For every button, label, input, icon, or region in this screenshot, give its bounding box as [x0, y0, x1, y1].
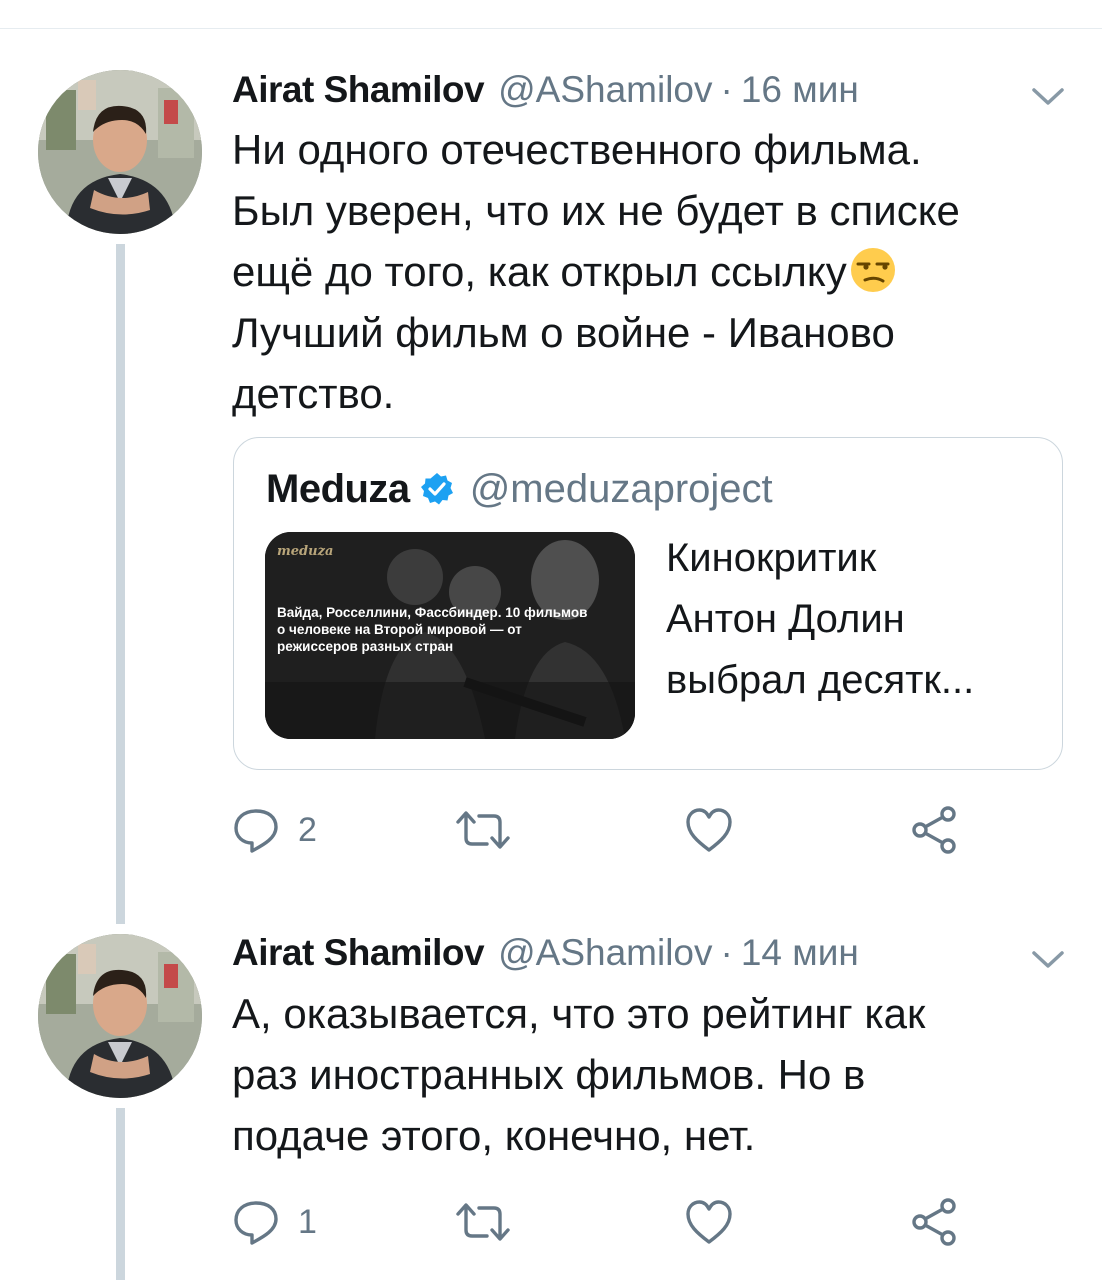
- retweet-icon: [456, 811, 510, 849]
- tweet-text: Ни одного отечественного фильма. Был уве…: [232, 119, 1062, 424]
- tweet-header: Airat Shamilov @AShamilov · 16 мин: [232, 68, 859, 112]
- quoted-author-handle: @meduzaproject: [469, 466, 773, 511]
- quoted-tweet-text: Кинокритик Антон Долин выбрал десятк...: [666, 536, 975, 702]
- reply-count: 2: [298, 810, 317, 849]
- verified-badge-icon: [420, 473, 453, 505]
- thumbnail-caption: Вайда, Росселлини, Фассбиндер. 10 фильмо…: [277, 605, 588, 654]
- top-divider: [0, 28, 1102, 29]
- share-button[interactable]: [908, 803, 960, 857]
- quoted-tweet-card[interactable]: Meduza @meduzaproject meduza Вайда, Росс…: [233, 437, 1063, 770]
- separator-dot: ·: [720, 69, 733, 110]
- timestamp[interactable]: 14 мин: [741, 931, 859, 975]
- like-button[interactable]: [684, 1195, 752, 1249]
- avatar-photo: [38, 70, 202, 234]
- thread-connector-line: [116, 1108, 125, 1280]
- meduza-logo: meduza: [277, 544, 334, 559]
- heart-icon: [686, 1200, 732, 1244]
- retweet-button[interactable]: [454, 1195, 530, 1249]
- share-icon: [912, 806, 956, 854]
- separator-dot: ·: [720, 932, 733, 973]
- quoted-author-name: Meduza: [266, 466, 410, 511]
- tweet-actions: 1: [232, 1195, 992, 1249]
- share-button[interactable]: [908, 1195, 960, 1249]
- like-button[interactable]: [684, 803, 752, 857]
- reply-count: 1: [298, 1202, 317, 1241]
- reply-button[interactable]: 1: [232, 1195, 317, 1249]
- avatar[interactable]: [38, 934, 202, 1098]
- avatar[interactable]: [38, 70, 202, 234]
- author-name[interactable]: Airat Shamilov: [232, 68, 485, 112]
- retweet-button[interactable]: [454, 803, 530, 857]
- heart-icon: [686, 808, 732, 852]
- reply-icon: [234, 1201, 278, 1245]
- tweet-text: А, оказывается, что это рейтинг как раз …: [232, 990, 926, 1159]
- share-icon: [912, 1198, 956, 1246]
- tweet-text-part: Лучший фильм о войне - Иваново детство.: [232, 309, 895, 417]
- tweet-actions: 2: [232, 803, 992, 857]
- quoted-tweet-header: Meduza @meduzaproject: [266, 464, 773, 514]
- tweet-header: Airat Shamilov @AShamilov · 14 мин: [232, 931, 859, 975]
- chevron-down-icon[interactable]: [1031, 949, 1065, 971]
- unamused-face-icon: [850, 248, 895, 292]
- reply-button[interactable]: 2: [232, 803, 317, 857]
- thread-connector-line: [116, 244, 125, 924]
- author-name[interactable]: Airat Shamilov: [232, 931, 485, 975]
- retweet-icon: [456, 1203, 510, 1241]
- avatar-photo: [38, 934, 202, 1098]
- reply-icon: [234, 809, 278, 853]
- twitter-thread-view: Airat Shamilov @AShamilov · 16 мин Ни од…: [0, 0, 1102, 1280]
- author-handle[interactable]: @AShamilov: [498, 68, 712, 112]
- author-handle[interactable]: @AShamilov: [498, 931, 712, 975]
- chevron-down-icon[interactable]: [1031, 86, 1065, 108]
- quoted-thumbnail: meduza Вайда, Росселлини, Фассбиндер. 10…: [265, 532, 635, 739]
- timestamp[interactable]: 16 мин: [741, 68, 859, 112]
